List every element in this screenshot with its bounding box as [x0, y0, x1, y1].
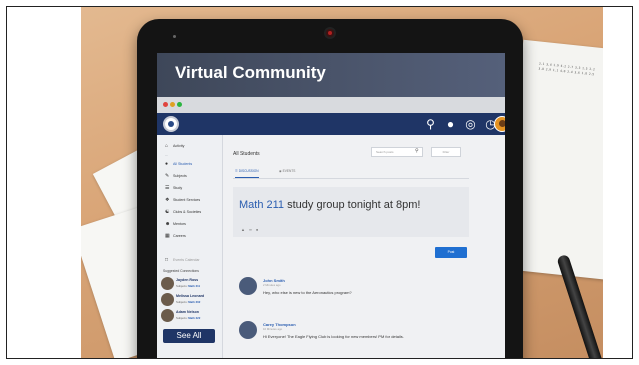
connection-name: Melissa Leonard: [176, 294, 205, 298]
connection-name: Adam Nelson: [176, 310, 199, 314]
feed-message: Hi Everyone! The Eagle Flying Club is lo…: [263, 334, 404, 339]
link-icon[interactable]: ∞: [249, 227, 256, 232]
attach-icon[interactable]: ▲: [241, 227, 249, 232]
close-window-button[interactable]: [163, 102, 168, 107]
connection-name: Jayden Ross: [176, 278, 199, 282]
feed-timestamp: 2 Minutes ago: [263, 283, 281, 287]
main-content: All Students Search posts ⚲ Filter ☰ DIS…: [229, 143, 499, 358]
sidebar-item-events-calendar[interactable]: □ Events Calendar: [165, 255, 221, 264]
avatar: [239, 277, 257, 295]
post-tools: ▲∞●: [241, 227, 262, 232]
browser-bar: [157, 97, 505, 113]
feed-item[interactable]: Carey Thompson 10 Minutes ago Hi Everyon…: [239, 321, 439, 345]
post-composer[interactable]: Math 211 study group tonight at 8pm! ▲∞●: [233, 187, 469, 237]
search-icon[interactable]: ⚲: [423, 117, 438, 132]
hero-title: Virtual Community: [175, 63, 326, 82]
suggested-connections-title: Suggested Connections: [163, 269, 200, 273]
mentors-icon: ☻: [165, 220, 171, 227]
avatar: [161, 293, 174, 306]
emoji-icon[interactable]: ●: [256, 227, 262, 232]
feed-item[interactable]: John Smith 2 Minutes ago Hey, who else i…: [239, 277, 439, 301]
sidebar-item-mentors[interactable]: ☻ Mentors: [165, 219, 221, 228]
avatar: [239, 321, 257, 339]
logo-icon[interactable]: [163, 116, 179, 132]
camera: [326, 29, 334, 37]
maximize-window-button[interactable]: [177, 102, 182, 107]
sidebar-section-divider: —: [165, 153, 168, 157]
connection-item[interactable]: Jayden Ross Subjects: Math 211: [161, 277, 219, 290]
tab-events[interactable]: ◉ EVENTS: [279, 169, 295, 173]
feed-message: Hey, who else is new to the Aeronautics …: [263, 290, 352, 295]
subjects-icon: ✎: [165, 172, 170, 179]
clubs-icon: ☯: [165, 208, 170, 215]
connection-item[interactable]: Melissa Leonard Subjects: Math 202: [161, 293, 219, 306]
feed-timestamp: 10 Minutes ago: [263, 327, 283, 331]
home-icon: ⌂: [165, 142, 169, 149]
sidebar-item-study[interactable]: ☰ Study: [165, 183, 221, 192]
tab-bar: ☰ DISCUSSION ◉ EVENTS: [233, 167, 469, 179]
sidebar-item-activity[interactable]: ⌂ Activity: [165, 141, 221, 150]
services-icon: ❖: [165, 196, 170, 203]
chat-icon[interactable]: ●: [443, 117, 458, 132]
students-icon: ●: [165, 160, 169, 167]
see-all-button[interactable]: See All: [163, 329, 215, 343]
sidebar-item-careers[interactable]: ▦ Careers: [165, 231, 221, 240]
connection-item[interactable]: Adam Nelson Subjects: Math 222: [161, 309, 219, 322]
sidebar: ⌂ Activity — ● All Students ✎ Subjects ☰ Stu…: [157, 135, 223, 358]
sidebar-item-clubs[interactable]: ☯ Clubs & Societies: [165, 207, 221, 216]
page-title: All Students: [233, 151, 260, 157]
tablet-device: Virtual Community ⚲ ● ◎ ◷ ⌂ Activity — ●…: [137, 19, 523, 358]
post-text: Math 211 study group tonight at 8pm!: [239, 199, 421, 211]
avatar: [161, 309, 174, 322]
calendar-icon: □: [165, 256, 169, 263]
tablet-screen: Virtual Community ⚲ ● ◎ ◷ ⌂ Activity — ●…: [157, 53, 505, 358]
connection-subject: Subjects: Math 222: [176, 316, 201, 320]
tab-discussion[interactable]: ☰ DISCUSSION: [235, 169, 259, 178]
search-icon[interactable]: ⚲: [415, 148, 419, 154]
connection-subject: Subjects: Math 211: [176, 284, 201, 288]
minimize-window-button[interactable]: [170, 102, 175, 107]
sidebar-item-subjects[interactable]: ✎ Subjects: [165, 171, 221, 180]
hero-banner: Virtual Community: [157, 53, 505, 97]
post-button[interactable]: Post: [435, 247, 467, 258]
study-icon: ☰: [165, 184, 170, 191]
sensor: [173, 35, 176, 38]
user-avatar[interactable]: [494, 116, 505, 132]
filter-button[interactable]: Filter: [431, 147, 461, 157]
photo-frame: 2.1 3.4 1.9 4.2 2.7 3.3 1.5 2.2 3.8 2.9 …: [6, 6, 633, 359]
careers-icon: ▦: [165, 232, 170, 239]
sidebar-item-all-students[interactable]: ● All Students: [165, 159, 221, 168]
globe-icon[interactable]: ◎: [463, 117, 478, 132]
desk-background: 2.1 3.4 1.9 4.2 2.7 3.3 1.5 2.2 3.8 2.9 …: [81, 7, 603, 358]
app-navbar: ⚲ ● ◎ ◷: [157, 113, 505, 135]
connection-subject: Subjects: Math 202: [176, 300, 201, 304]
sidebar-item-student-services[interactable]: ❖ Student Services: [165, 195, 221, 204]
avatar: [161, 277, 174, 290]
